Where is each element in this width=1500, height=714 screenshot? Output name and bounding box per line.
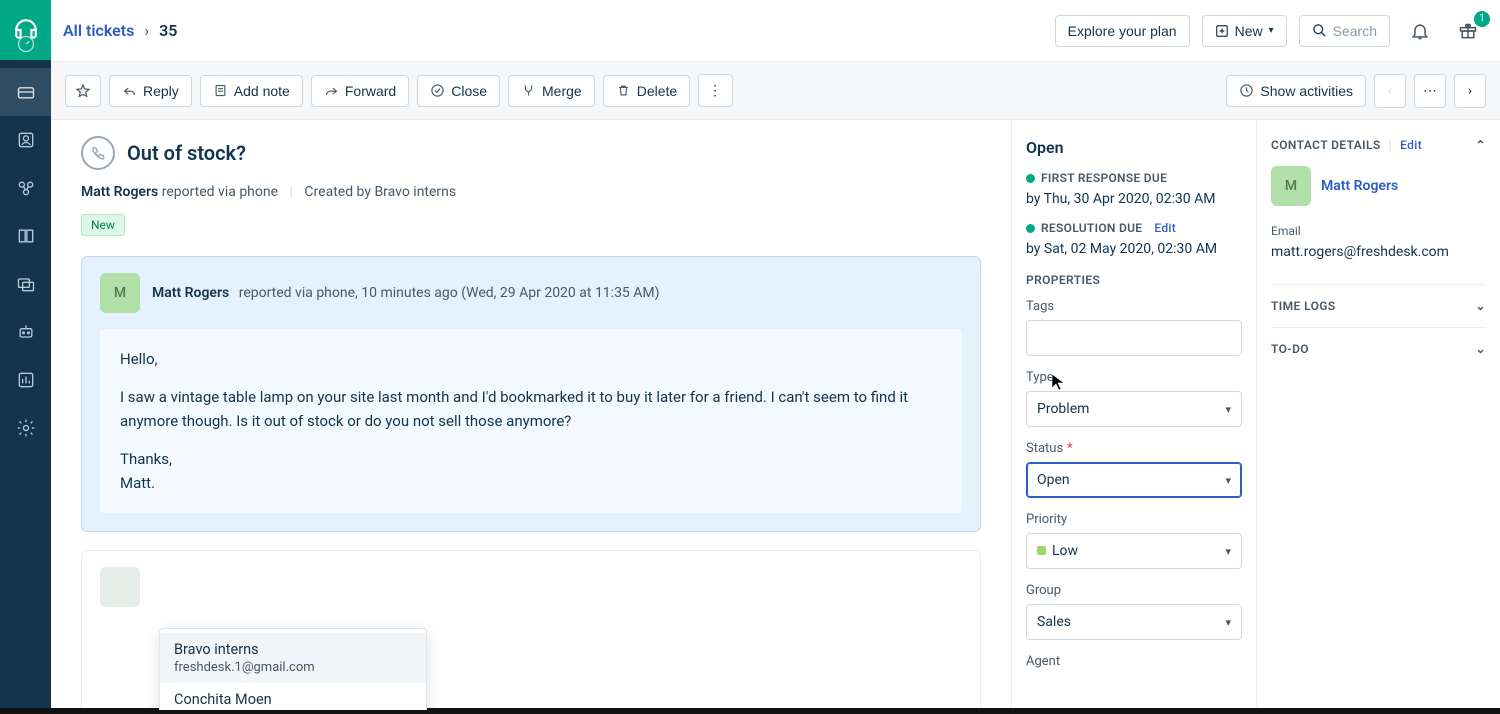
contact-name-link[interactable]: Matt Rogers: [1321, 178, 1398, 194]
breadcrumb-root[interactable]: All tickets: [63, 21, 134, 40]
nav-forums-icon[interactable]: [0, 260, 51, 308]
merge-icon: [521, 83, 536, 98]
search-button[interactable]: Search: [1299, 15, 1390, 47]
nav-solutions-icon[interactable]: [0, 212, 51, 260]
chevron-down-icon: ▾: [1269, 25, 1274, 36]
app-sidebar: [0, 0, 51, 714]
plus-icon: [1215, 24, 1229, 38]
expand-button[interactable]: ⋯: [1414, 74, 1446, 108]
explore-plan-button[interactable]: Explore your plan: [1055, 15, 1190, 47]
cursor-icon: [1051, 373, 1065, 395]
status-dot-icon: [1026, 224, 1035, 233]
autocomplete-item[interactable]: Conchita Moen freshdesk.3+20200424123229…: [160, 683, 426, 710]
nav-bots-icon[interactable]: [0, 308, 51, 356]
chevron-down-icon: ⌄: [1476, 299, 1486, 313]
new-button[interactable]: New ▾: [1202, 15, 1287, 47]
reporter-link[interactable]: Matt Rogers: [81, 184, 158, 200]
close-button[interactable]: Close: [417, 75, 500, 107]
topbar: All tickets › 35 Explore your plan New ▾…: [51, 0, 1500, 62]
edit-resolution-link[interactable]: Edit: [1154, 221, 1176, 235]
star-icon: [75, 83, 91, 99]
chevron-down-icon: ▾: [1225, 403, 1231, 416]
delete-button[interactable]: Delete: [603, 75, 690, 107]
autocomplete-item[interactable]: Bravo interns freshdesk.1@gmail.com: [160, 633, 426, 683]
todo-section[interactable]: TO-DO⌄: [1271, 327, 1486, 370]
tags-input[interactable]: [1026, 320, 1242, 356]
prev-ticket-button[interactable]: ‹: [1374, 74, 1406, 108]
check-circle-icon: [430, 83, 445, 98]
nav-tickets-icon[interactable]: [0, 68, 51, 116]
chevron-up-icon[interactable]: ⌃: [1476, 138, 1486, 152]
notifications-icon[interactable]: [1402, 13, 1438, 49]
kebab-icon: ⋮: [708, 82, 723, 99]
first-response-value: by Thu, 30 Apr 2020, 02:30 AM: [1026, 191, 1242, 207]
nav-social-icon[interactable]: [0, 164, 51, 212]
status-dot-icon: [1026, 174, 1035, 183]
convo-meta: reported via phone, 10 minutes ago (Wed,…: [239, 285, 660, 301]
properties-heading: PROPERTIES: [1026, 273, 1242, 287]
star-button[interactable]: [65, 75, 101, 107]
gift-badge: 1: [1474, 11, 1490, 27]
group-select[interactable]: Sales▾: [1026, 604, 1242, 640]
show-activities-button[interactable]: Show activities: [1226, 75, 1366, 107]
avatar: [100, 567, 140, 607]
contact-panel: CONTACT DETAILS | Edit ⌃ M Matt Rogers E…: [1256, 120, 1500, 710]
forward-icon: [324, 83, 339, 98]
chevron-down-icon: ▾: [1225, 545, 1231, 558]
chevron-down-icon: ⌄: [1476, 342, 1486, 356]
action-bar: Reply Add note Forward Close Merge Delet…: [51, 62, 1500, 120]
mention-autocomplete: Bravo interns freshdesk.1@gmail.com Conc…: [159, 628, 427, 710]
edit-contact-link[interactable]: Edit: [1400, 138, 1422, 152]
add-note-button[interactable]: Add note: [200, 75, 303, 107]
chevron-down-icon: ▾: [1225, 474, 1231, 487]
next-ticket-button[interactable]: ›: [1454, 74, 1486, 108]
gift-icon[interactable]: 1: [1450, 13, 1486, 49]
chevron-down-icon: ▾: [1225, 616, 1231, 629]
forward-button[interactable]: Forward: [311, 75, 409, 107]
trash-icon: [616, 83, 631, 98]
avatar: M: [1271, 166, 1311, 206]
type-select[interactable]: Problem▾: [1026, 391, 1242, 427]
status-badge: New: [81, 214, 125, 236]
status-title: Open: [1026, 138, 1242, 157]
reply-button[interactable]: Reply: [109, 75, 192, 107]
phone-icon: [81, 136, 115, 170]
note-icon: [213, 83, 228, 98]
ticket-meta: Matt Rogers reported via phone | Created…: [81, 184, 981, 200]
avatar: M: [100, 273, 140, 313]
ticket-main: Out of stock? Matt Rogers reported via p…: [51, 120, 1011, 710]
breadcrumb: All tickets › 35: [63, 21, 177, 40]
properties-panel: Open FIRST RESPONSE DUE by Thu, 30 Apr 2…: [1011, 120, 1256, 710]
nav-contacts-icon[interactable]: [0, 116, 51, 164]
nav-reports-icon[interactable]: [0, 356, 51, 404]
chevron-right-icon: ›: [144, 21, 149, 40]
status-select[interactable]: Open▾: [1026, 462, 1242, 498]
convo-author[interactable]: Matt Rogers: [152, 285, 229, 301]
conversation-card: M Matt Rogers reported via phone, 10 min…: [81, 256, 981, 532]
reply-icon: [122, 83, 137, 98]
breadcrumb-id: 35: [159, 21, 177, 40]
priority-select[interactable]: Low▾: [1026, 533, 1242, 569]
more-actions-button[interactable]: ⋮: [698, 74, 733, 107]
conversation-body: Hello, I saw a vintage table lamp on you…: [100, 329, 962, 513]
nav-admin-icon[interactable]: [0, 404, 51, 452]
timelogs-section[interactable]: TIME LOGS⌄: [1271, 284, 1486, 327]
priority-dot-icon: [1037, 546, 1046, 555]
resolution-value: by Sat, 02 May 2020, 02:30 AM: [1026, 241, 1242, 257]
clock-icon: [1239, 83, 1254, 98]
merge-button[interactable]: Merge: [508, 75, 595, 107]
contact-email: matt.rogers@freshdesk.com: [1271, 244, 1486, 260]
search-icon: [1312, 23, 1327, 38]
ticket-subject: Out of stock?: [127, 141, 246, 165]
